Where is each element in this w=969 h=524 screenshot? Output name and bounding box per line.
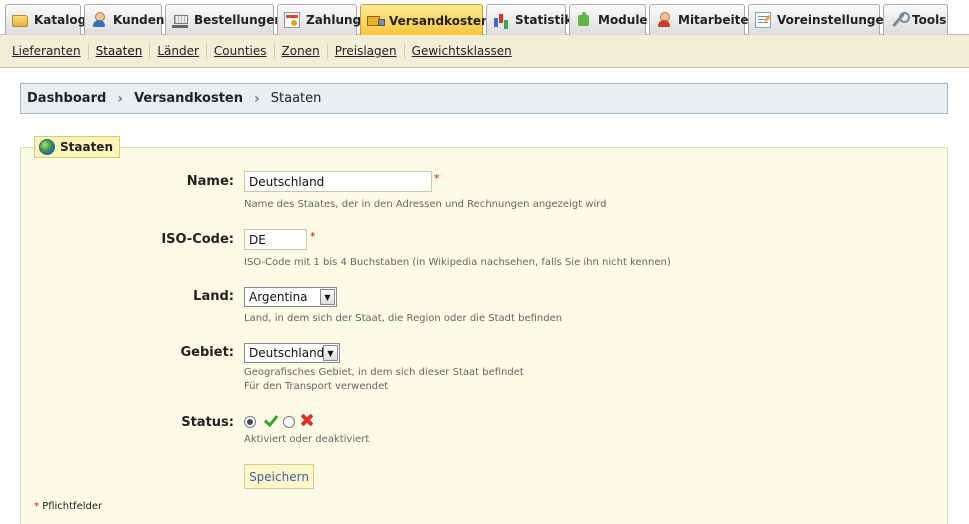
country-label: Land: bbox=[193, 289, 234, 304]
required-fields-note: * Pflichtfelder bbox=[34, 501, 102, 512]
cart-icon bbox=[172, 12, 188, 28]
iso-code-input[interactable] bbox=[244, 229, 307, 250]
tab-versandkosten[interactable]: Versandkosten bbox=[360, 4, 490, 36]
close-icon bbox=[300, 413, 314, 427]
module-icon bbox=[576, 12, 592, 28]
zone-select-value: Deutschland bbox=[249, 346, 325, 360]
tab-bestellungen[interactable]: Bestellungen bbox=[165, 4, 283, 35]
tab-label: Module bbox=[598, 13, 648, 27]
tab-label: Voreinstellungen bbox=[777, 13, 893, 27]
tab-label: Zahlung bbox=[306, 13, 362, 27]
status-label: Status: bbox=[181, 415, 234, 430]
tab-katalog[interactable]: Katalog bbox=[5, 4, 86, 35]
tab-voreinstellungen[interactable]: Voreinstellungen bbox=[748, 4, 892, 35]
form-legend: Staaten bbox=[34, 136, 120, 158]
tab-label: Katalog bbox=[34, 13, 87, 27]
tab-label: Bestellungen bbox=[194, 13, 283, 27]
status-enabled-radio[interactable] bbox=[244, 416, 256, 428]
tab-label: Mitarbeiter bbox=[678, 13, 755, 27]
chevron-down-icon: ▼ bbox=[320, 289, 335, 305]
zone-hint-2: Für den Transport verwendet bbox=[244, 381, 389, 392]
subnav-staaten[interactable]: Staaten bbox=[87, 43, 150, 59]
status-disabled-radio[interactable] bbox=[283, 416, 295, 428]
chevron-right-icon: › bbox=[253, 90, 260, 107]
subnav-gewichtsklassen[interactable]: Gewichtsklassen bbox=[403, 43, 519, 59]
tab-mitarbeiter[interactable]: Mitarbeiter bbox=[649, 4, 754, 35]
required-marker: * bbox=[34, 501, 39, 512]
globe-icon bbox=[39, 139, 55, 155]
chevron-down-icon: ▼ bbox=[323, 345, 338, 361]
subnav-zonen[interactable]: Zonen bbox=[273, 43, 327, 59]
stats-icon bbox=[493, 12, 509, 28]
country-select-value: Argentina bbox=[249, 290, 308, 304]
name-input[interactable] bbox=[244, 171, 432, 192]
required-fields-text: Pflichtfelder bbox=[42, 501, 103, 512]
subnav-preislagen[interactable]: Preislagen bbox=[326, 43, 404, 59]
tab-statistik[interactable]: Statistik bbox=[486, 4, 572, 35]
preferences-icon bbox=[755, 12, 771, 28]
folder-icon bbox=[12, 15, 28, 27]
tab-label: Statistik bbox=[515, 13, 573, 27]
country-hint: Land, in dem sich der Staat, die Region … bbox=[244, 313, 563, 324]
breadcrumb: Dashboard › Versandkosten › Staaten bbox=[20, 83, 948, 114]
tab-kunden[interactable]: Kunden bbox=[84, 4, 165, 35]
name-hint: Name des Staates, der in den Adressen un… bbox=[244, 199, 607, 210]
iso-hint: ISO-Code mit 1 bis 4 Buchstaben (in Wiki… bbox=[244, 257, 671, 268]
sub-navigation: Lieferanten Staaten Länder Counties Zone… bbox=[0, 35, 969, 68]
main-tab-bar: Katalog Kunden Bestellungen Zahlung Vers… bbox=[0, 0, 969, 36]
zone-select[interactable]: Deutschland ▼ bbox=[244, 343, 340, 363]
zone-label: Gebiet: bbox=[180, 345, 234, 360]
breadcrumb-versandkosten[interactable]: Versandkosten bbox=[134, 91, 243, 106]
tools-icon bbox=[890, 12, 910, 28]
iso-label: ISO-Code: bbox=[161, 232, 234, 247]
save-button[interactable]: Speichern bbox=[244, 464, 314, 489]
legend-title: Staaten bbox=[60, 140, 113, 154]
subnav-lieferanten[interactable]: Lieferanten bbox=[5, 43, 88, 59]
subnav-laender[interactable]: Länder bbox=[149, 43, 206, 59]
breadcrumb-current: Staaten bbox=[270, 91, 322, 106]
country-select[interactable]: Argentina ▼ bbox=[244, 287, 337, 307]
payment-icon bbox=[284, 12, 300, 28]
chevron-right-icon: › bbox=[117, 90, 124, 107]
required-marker: * bbox=[310, 230, 316, 243]
required-marker: * bbox=[434, 172, 440, 185]
tab-tools[interactable]: Tools bbox=[883, 4, 948, 35]
tab-zahlung[interactable]: Zahlung bbox=[277, 4, 361, 35]
employee-icon bbox=[656, 12, 672, 28]
status-hint: Aktiviert oder deaktiviert bbox=[244, 434, 370, 445]
user-icon bbox=[91, 12, 107, 28]
zone-hint: Geografisches Gebiet, in dem sich dieser… bbox=[244, 367, 524, 378]
tab-label: Tools bbox=[912, 13, 947, 27]
truck-icon bbox=[367, 13, 385, 29]
tab-label: Kunden bbox=[113, 13, 165, 27]
subnav-counties[interactable]: Counties bbox=[205, 43, 274, 59]
name-label: Name: bbox=[186, 174, 234, 189]
check-icon bbox=[260, 413, 275, 426]
breadcrumb-dashboard[interactable]: Dashboard bbox=[27, 91, 106, 106]
tab-module[interactable]: Module bbox=[569, 4, 648, 35]
tab-label: Versandkosten bbox=[389, 13, 490, 28]
